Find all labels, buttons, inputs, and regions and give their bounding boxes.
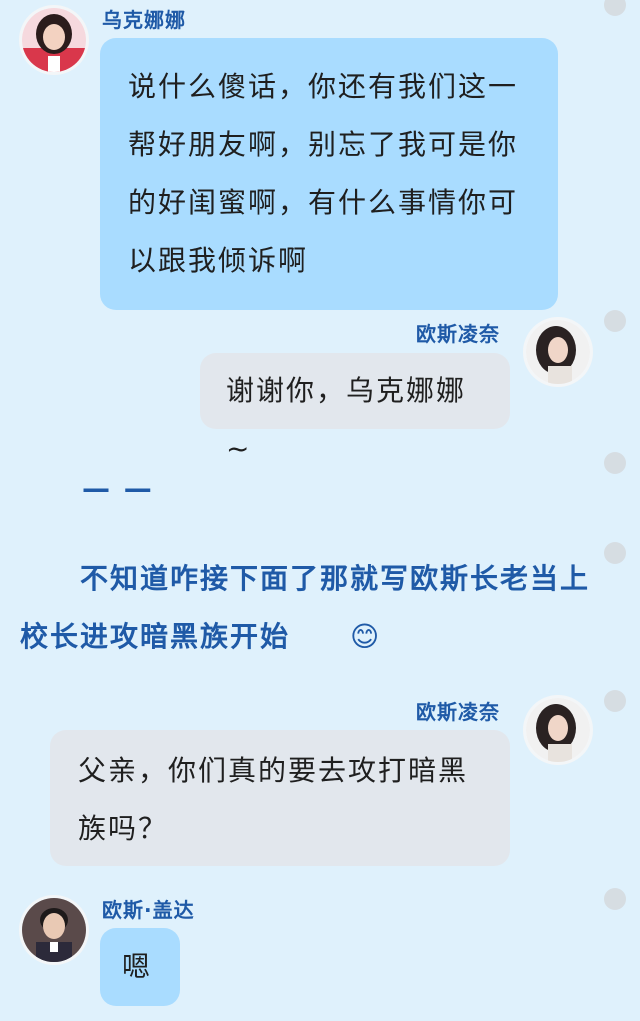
avatar[interactable]: [22, 898, 86, 962]
status-dot: [604, 888, 626, 910]
narration-text: 不知道咋接下面了那就写欧斯长老当上校长进攻暗黑族开始 😊: [20, 550, 600, 666]
status-dot: [604, 542, 626, 564]
avatar[interactable]: [526, 320, 590, 384]
message-bubble[interactable]: 谢谢你，乌克娜娜~: [200, 353, 510, 465]
status-dot: [604, 0, 626, 16]
sender-name: 欧斯·盖达: [102, 898, 195, 922]
smile-emoji-icon: 😊: [350, 620, 382, 653]
avatar-girl-icon: [526, 698, 590, 762]
message-bubble[interactable]: 嗯: [100, 928, 180, 1006]
status-dot: [604, 310, 626, 332]
avatar[interactable]: [526, 698, 590, 762]
status-dot: [604, 452, 626, 474]
narration-dashes: — —: [82, 472, 154, 505]
sender-name: 欧斯凌奈: [416, 700, 500, 724]
sender-name: 欧斯凌奈: [416, 322, 500, 346]
avatar-girl-icon: [526, 320, 590, 384]
message-bubble[interactable]: 父亲，你们真的要去攻打暗黑族吗？: [50, 730, 510, 866]
sender-name: 乌克娜娜: [102, 8, 186, 32]
avatar-man-icon: [22, 898, 86, 962]
avatar[interactable]: [22, 8, 86, 72]
message-bubble[interactable]: 说什么傻话，你还有我们这一帮好朋友啊，别忘了我可是你的好闺蜜啊，有什么事情你可以…: [100, 38, 558, 310]
status-dot: [604, 690, 626, 712]
avatar-girl-icon: [22, 8, 86, 72]
